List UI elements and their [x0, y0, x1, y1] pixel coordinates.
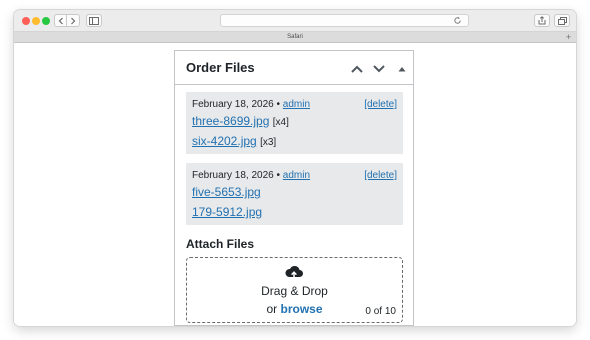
- note-date: February 18, 2026: [192, 170, 274, 181]
- sidebar-icon: [89, 16, 99, 25]
- file-entry: five-5653.jpg: [192, 183, 397, 203]
- browser-window: Safari + Order Files February 18, 2026 •…: [14, 10, 576, 326]
- file-link[interactable]: six-4202.jpg: [192, 134, 257, 148]
- note-meta: February 18, 2026 • admin [delete]: [192, 169, 397, 182]
- reload-icon[interactable]: [453, 16, 462, 25]
- tab-safari[interactable]: Safari: [14, 32, 576, 42]
- delete-note-link[interactable]: [delete]: [364, 169, 397, 182]
- file-entry: 179-5912.jpg: [192, 203, 397, 223]
- file-link[interactable]: three-8699.jpg: [192, 114, 269, 128]
- attach-files-heading: Attach Files: [186, 237, 255, 251]
- note-author-link[interactable]: admin: [283, 99, 310, 110]
- page-content: Order Files February 18, 2026 • admin [d…: [14, 44, 576, 326]
- note-meta: February 18, 2026 • admin [delete]: [192, 98, 397, 111]
- back-button[interactable]: [54, 14, 67, 27]
- share-icon: [538, 16, 546, 25]
- file-dropzone[interactable]: Drag & Drop or browse 0 of 10: [186, 257, 403, 323]
- close-window-button[interactable]: [22, 17, 30, 25]
- sidebar-toggle-button[interactable]: [86, 14, 102, 27]
- tabs-overview-icon: [557, 16, 567, 25]
- toggle-panel-button[interactable]: [395, 62, 408, 75]
- note-author-link[interactable]: admin: [283, 170, 310, 181]
- file-quantity: [x3]: [260, 137, 277, 148]
- file-entry: six-4202.jpg [x3]: [192, 132, 397, 152]
- browser-toolbar: [14, 10, 576, 32]
- move-down-button[interactable]: [372, 62, 385, 75]
- move-up-button[interactable]: [350, 62, 363, 75]
- order-note: February 18, 2026 • admin [delete] five-…: [186, 163, 403, 225]
- panel-header: Order Files: [175, 51, 413, 85]
- tab-bar: Safari +: [14, 32, 576, 43]
- share-button[interactable]: [534, 14, 550, 27]
- file-entry: three-8699.jpg [x4]: [192, 112, 397, 132]
- chevron-down-icon: [372, 64, 385, 72]
- file-counter: 0 of 10: [365, 306, 396, 317]
- drag-drop-label: Drag & Drop: [261, 284, 328, 298]
- file-link[interactable]: five-5653.jpg: [192, 185, 261, 199]
- panel-title: Order Files: [186, 60, 255, 75]
- order-note: February 18, 2026 • admin [delete] three…: [186, 92, 403, 154]
- chevron-right-icon: [71, 17, 76, 24]
- delete-note-link[interactable]: [delete]: [364, 98, 397, 111]
- browse-link[interactable]: browse: [281, 302, 323, 316]
- chevron-left-icon: [58, 17, 63, 24]
- or-label: or: [266, 302, 278, 316]
- file-quantity: [x4]: [272, 117, 289, 128]
- order-files-panel: Order Files February 18, 2026 • admin [d…: [174, 50, 414, 326]
- minimize-window-button[interactable]: [32, 17, 40, 25]
- show-tabs-button[interactable]: [554, 14, 570, 27]
- zoom-window-button[interactable]: [42, 17, 50, 25]
- note-separator: •: [276, 99, 281, 110]
- note-separator: •: [276, 170, 281, 181]
- cloud-upload-icon: [285, 265, 303, 279]
- chevron-up-icon: [350, 65, 363, 73]
- forward-button[interactable]: [67, 14, 80, 27]
- new-tab-button[interactable]: +: [564, 33, 573, 42]
- file-link[interactable]: 179-5912.jpg: [192, 205, 262, 219]
- address-bar[interactable]: [220, 14, 469, 27]
- triangle-up-icon: [398, 66, 405, 71]
- note-date: February 18, 2026: [192, 99, 274, 110]
